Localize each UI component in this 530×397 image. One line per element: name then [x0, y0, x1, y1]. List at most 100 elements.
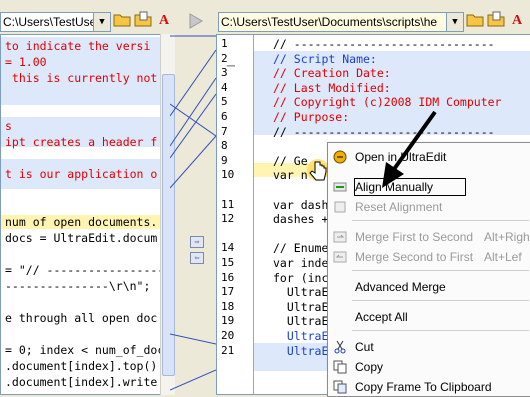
open-folder-icon[interactable]	[113, 11, 131, 31]
left-code-line: t is our application o	[1, 167, 171, 181]
merge-right-button[interactable]: ⇨	[190, 236, 204, 248]
line-number: 14	[221, 241, 235, 255]
open-file-icon[interactable]	[487, 11, 505, 31]
code-text: // Script Name:	[273, 51, 377, 66]
left-code-line	[1, 295, 171, 309]
merge-left-icon	[333, 250, 347, 264]
code-text: // Ge	[273, 153, 308, 168]
menu-item-merge-second-to-first[interactable]: Merge Second to First Alt+Lef	[328, 247, 530, 267]
code-text: // Last Modified:	[273, 80, 391, 95]
code-text: .document[index].write	[5, 375, 158, 389]
left-code-line: s	[1, 119, 171, 133]
font-icon[interactable]: A	[508, 11, 526, 31]
code-text: UltraE	[273, 285, 329, 300]
code-text: // Purpose:	[273, 110, 350, 124]
code-text: to indicate the versi	[5, 39, 151, 53]
line-number: 21	[221, 343, 235, 357]
right-code-line: 2 // Script Name:	[217, 52, 530, 66]
left-code-line	[1, 183, 171, 197]
code-text: e through all open doc	[5, 311, 158, 325]
right-path-dropdown[interactable]: ▼	[446, 12, 464, 32]
code-text: var n	[273, 168, 308, 183]
line-number: 12	[221, 212, 235, 226]
code-text: var inde	[273, 256, 329, 270]
code-text: // Creation Date:	[273, 66, 391, 81]
left-path-dropdown[interactable]: ▼	[93, 12, 111, 32]
line-number: 18	[221, 299, 235, 313]
code-text: UltraE	[273, 343, 329, 358]
right-path-field[interactable]: C:\Users\TestUser\Documents\scripts\he	[218, 12, 449, 32]
line-number: 7	[221, 124, 228, 138]
code-text: UltraE	[273, 299, 329, 314]
left-code-line: this is currently not	[1, 71, 171, 85]
code-text: UltraE	[273, 314, 329, 329]
right-code-line: 7// -----------------------------	[217, 125, 530, 139]
code-text: // -----------------------------	[273, 37, 495, 51]
left-code-line: .document[index].top()	[1, 359, 171, 373]
line-number: 15	[221, 256, 235, 269]
left-code-line	[1, 199, 171, 213]
menu-item-copy-frame-to-clipboard[interactable]: Copy Frame To Clipboard	[328, 377, 530, 396]
line-number: 5	[221, 95, 228, 109]
line-number: 2	[221, 51, 228, 65]
merge-right-icon	[333, 230, 347, 244]
left-code-line: num of open documents.	[1, 215, 171, 229]
left-code-line: e through all open doc	[1, 311, 171, 325]
left-code-line	[1, 151, 171, 165]
ultraedit-icon	[333, 150, 347, 164]
code-text: num of open documents.	[5, 215, 158, 229]
code-text: for (inc	[273, 270, 329, 285]
code-text: docs = UltraEdit.docum	[5, 231, 158, 245]
left-code-line: .document[index].write	[1, 375, 171, 389]
menu-item-merge-first-to-second[interactable]: Merge First to Second Alt+Righ	[328, 227, 530, 247]
merge-left-button[interactable]: ⇦	[190, 252, 204, 264]
diff-connector-lines	[170, 35, 216, 391]
line-number: 9	[221, 153, 228, 167]
copy-frame-icon	[333, 380, 347, 394]
menu-item-copy[interactable]: Copy	[328, 357, 530, 377]
left-code-line: ---------------\r\n";	[1, 279, 171, 293]
right-code-line: 1 // -----------------------------	[217, 37, 530, 51]
left-code-line: = 0; index < num_of_doc	[1, 343, 171, 357]
code-text: = 0; index < num_of_doc	[5, 343, 165, 357]
right-code-line: 4 // Last Modified:	[217, 81, 530, 95]
left-code-line: to indicate the versi	[1, 39, 171, 53]
line-number: 4	[221, 80, 228, 94]
left-editor-pane[interactable]: to indicate the versi = 1.00 this is curr…	[0, 34, 172, 395]
code-text: // Copyright (c)2008 IDM Computer	[273, 95, 502, 110]
code-text: // Enume	[273, 241, 329, 256]
line-number: 11	[221, 197, 235, 211]
open-folder-icon[interactable]	[466, 11, 484, 31]
compare-play-icon[interactable]	[189, 13, 203, 33]
left-code-line: ipt creates a header f	[1, 135, 171, 149]
menu-item-reset-alignment[interactable]: Reset Alignment	[328, 197, 530, 217]
line-number: 10	[221, 168, 235, 182]
left-path-field[interactable]: C:\Users\TestUser\Documents\scripts\he	[0, 12, 96, 32]
code-text: t is our application o	[5, 167, 158, 181]
open-file-icon[interactable]	[134, 11, 152, 31]
code-text: = "// ------------------	[5, 263, 172, 277]
menu-item-cut[interactable]: Cut	[328, 337, 530, 357]
left-code-line	[1, 247, 171, 261]
left-code-line: docs = UltraEdit.docum	[1, 231, 171, 245]
line-number: 6	[221, 110, 228, 123]
menu-item-advanced-merge[interactable]: Advanced Merge	[328, 277, 530, 297]
annotation-arrow	[382, 110, 437, 188]
left-code-line	[1, 103, 171, 117]
code-text: UltraE	[273, 329, 329, 343]
reset-icon	[333, 200, 347, 214]
code-text: ---------------\r\n";	[5, 279, 151, 293]
right-code-line: 6 // Purpose:	[217, 110, 530, 124]
right-code-line: 5 // Copyright (c)2008 IDM Computer	[217, 95, 530, 109]
code-text: this is currently not	[5, 71, 158, 85]
left-code-line: = "// ------------------	[1, 263, 171, 277]
code-text: .document[index].top()	[5, 359, 158, 373]
left-code-line	[1, 87, 171, 101]
line-number: 8	[221, 139, 228, 153]
left-code-line: = 1.00	[1, 55, 171, 69]
right-code-line: 3 // Creation Date:	[217, 66, 530, 80]
code-text: var dash	[273, 197, 329, 212]
copy-icon	[333, 360, 347, 374]
menu-item-accept-all[interactable]: Accept All	[328, 307, 530, 327]
font-icon[interactable]: A	[155, 11, 173, 31]
